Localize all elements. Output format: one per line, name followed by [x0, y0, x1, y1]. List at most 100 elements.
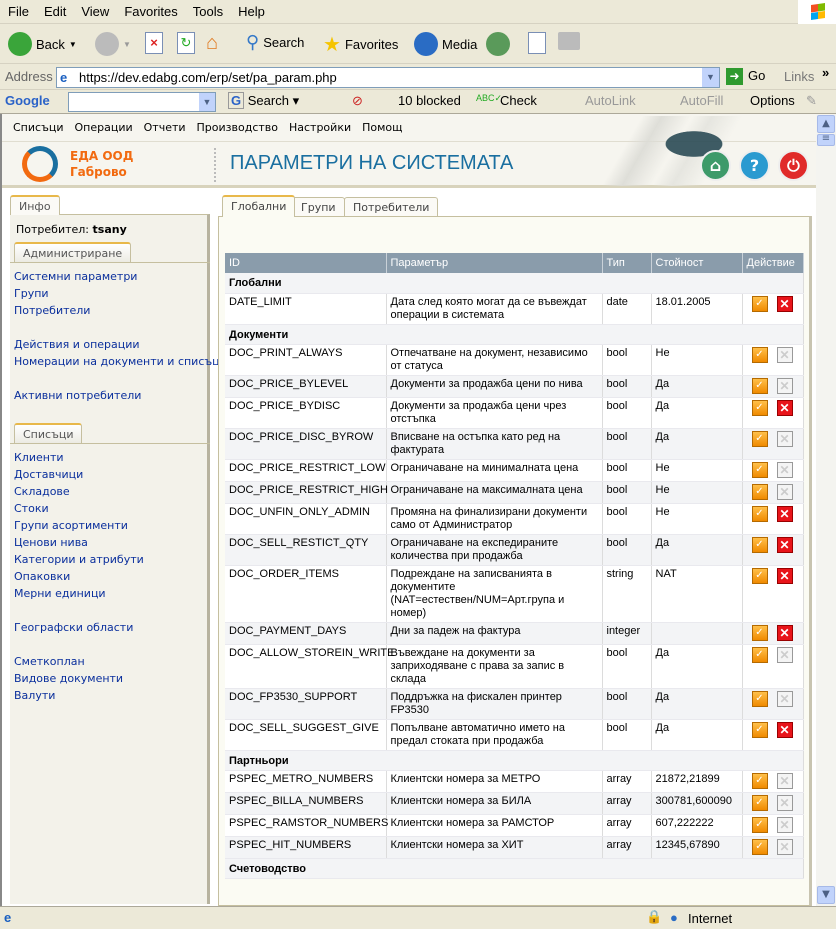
delete-icon[interactable]: ✕ — [776, 624, 793, 641]
url-dropdown-button[interactable]: ▼ — [702, 68, 719, 87]
sidebar-link[interactable]: Мерни единици — [14, 587, 106, 600]
sidebar-link[interactable]: Опаковки — [14, 570, 70, 583]
delete-icon[interactable]: ✕ — [776, 536, 793, 553]
edit-icon[interactable]: ✓ — [751, 377, 768, 394]
scroll-down-button[interactable]: ▼ — [817, 886, 835, 904]
menu-file[interactable]: File — [0, 0, 36, 19]
sidebar-link[interactable]: Действия и операции — [14, 338, 140, 351]
delete-icon[interactable]: ✕ — [776, 505, 793, 522]
nav-lists[interactable]: Списъци — [13, 121, 63, 134]
home-button[interactable]: ⌂ — [700, 150, 731, 181]
nav-reports[interactable]: Отчети — [144, 121, 186, 134]
sidebar-link[interactable]: Видове документи — [14, 672, 123, 685]
sidebar-link[interactable]: Групи — [14, 287, 49, 300]
delete-icon[interactable]: ✕ — [776, 567, 793, 584]
home-button[interactable]: ⌂ — [206, 32, 218, 55]
edit-icon[interactable]: ✓ — [751, 295, 768, 312]
pencil-icon[interactable]: ✎ — [806, 93, 817, 109]
edit-icon[interactable]: ✓ — [751, 690, 768, 707]
delete-icon[interactable]: ✕ — [776, 399, 793, 416]
edit-icon[interactable]: ✓ — [751, 536, 768, 553]
tab-administration[interactable]: Администриране — [14, 242, 132, 262]
sidebar-link[interactable]: Системни параметри — [14, 270, 137, 283]
google-logo[interactable]: Google — [5, 93, 50, 108]
scroll-up-button[interactable]: ▲ — [817, 115, 835, 133]
google-search-button[interactable]: G Search ▾ — [228, 92, 299, 109]
globe-icon: ● — [670, 910, 678, 925]
edit-icon[interactable]: ✓ — [751, 399, 768, 416]
edit-icon[interactable]: ✓ — [751, 430, 768, 447]
param-id: DOC_ALLOW_STOREIN_WRITE — [225, 644, 394, 689]
sidebar-link[interactable]: Складове — [14, 485, 70, 498]
sidebar-link[interactable]: Категории и атрибути — [14, 553, 144, 566]
links-button[interactable]: Links — [784, 69, 814, 84]
tab-groups[interactable]: Групи — [292, 197, 345, 217]
url-input[interactable]: e https://dev.edabg.com/erp/set/pa_param.… — [56, 67, 720, 88]
edit-icon[interactable]: ✓ — [751, 483, 768, 500]
google-search-input[interactable]: ▼ — [68, 92, 216, 112]
sidebar-link[interactable]: Групи асортименти — [14, 519, 128, 532]
menu-help[interactable]: Help — [230, 0, 272, 19]
sidebar-link[interactable]: Клиенти — [14, 451, 64, 464]
logout-button[interactable]: ⏻ — [778, 150, 809, 181]
sidebar-link[interactable]: Сметкоплан — [14, 655, 85, 668]
nav-production[interactable]: Производство — [197, 121, 278, 134]
edit-icon[interactable]: ✓ — [751, 816, 768, 833]
nav-help[interactable]: Помощ — [362, 121, 402, 134]
autofill-button[interactable]: AutoFill — [680, 93, 723, 108]
table-row: DOC_PRINT_ALWAYS Отпечатване на документ,… — [225, 344, 804, 376]
sidebar-link[interactable]: Стоки — [14, 502, 49, 515]
research-button[interactable] — [528, 32, 546, 54]
stop-button[interactable]: × — [145, 32, 163, 54]
sidebar-link[interactable]: Активни потребители — [14, 389, 141, 402]
sidebar-link[interactable]: Потребители — [14, 304, 90, 317]
nav-operations[interactable]: Операции — [74, 121, 132, 134]
edit-icon[interactable]: ✓ — [751, 794, 768, 811]
edit-icon[interactable]: ✓ — [751, 624, 768, 641]
scroll-thumb[interactable]: ≡ — [817, 134, 835, 146]
media-button[interactable]: Media — [414, 32, 477, 56]
tab-globals[interactable]: Глобални — [222, 195, 296, 217]
edit-icon[interactable]: ✓ — [751, 461, 768, 478]
menu-tools[interactable]: Tools — [185, 0, 230, 19]
param-description: Вписване на остъпка като ред на фактурат… — [386, 428, 603, 460]
edit-icon[interactable]: ✓ — [751, 505, 768, 522]
vertical-scrollbar[interactable]: ▲ ≡ ▼ — [816, 114, 836, 906]
chevron-down-icon[interactable]: ▼ — [199, 93, 215, 111]
delete-icon[interactable]: ✕ — [776, 721, 793, 738]
sidebar-link[interactable]: Номерации на документи и списъци — [14, 355, 227, 368]
menu-favorites[interactable]: Favorites — [116, 0, 184, 19]
tab-users[interactable]: Потребители — [344, 197, 439, 217]
print-button[interactable] — [558, 32, 580, 50]
history-button[interactable] — [486, 32, 510, 56]
sidebar-link[interactable]: Ценови нива — [14, 536, 88, 549]
edit-icon[interactable]: ✓ — [751, 346, 768, 363]
autolink-button[interactable]: AutoLink — [585, 93, 636, 108]
back-button[interactable]: Back ▼ — [8, 32, 77, 56]
favorites-button[interactable]: ★ Favorites — [323, 32, 398, 57]
menu-view[interactable]: View — [73, 0, 116, 19]
forward-button[interactable]: ▼ — [95, 32, 131, 56]
menu-edit[interactable]: Edit — [36, 0, 73, 19]
go-button[interactable]: ➜ Go — [726, 68, 765, 85]
edit-icon[interactable]: ✓ — [751, 838, 768, 855]
nav-settings[interactable]: Настройки — [289, 121, 351, 134]
search-button[interactable]: ⚲ Search — [246, 32, 304, 53]
check-button[interactable]: Check — [500, 93, 537, 108]
edit-icon[interactable]: ✓ — [751, 721, 768, 738]
chevron-right-icon[interactable]: » — [822, 65, 829, 80]
delete-icon[interactable]: ✕ — [776, 295, 793, 312]
sidebar-link[interactable]: Географски области — [14, 621, 133, 634]
popup-blocked-count[interactable]: 10 blocked — [398, 93, 461, 108]
sidebar-link[interactable]: Доставчици — [14, 468, 83, 481]
refresh-icon: ↻ — [177, 32, 195, 54]
refresh-button[interactable]: ↻ — [177, 32, 195, 54]
edit-icon[interactable]: ✓ — [751, 772, 768, 789]
options-button[interactable]: Options — [750, 93, 795, 108]
tab-info[interactable]: Инфо — [10, 195, 60, 215]
sidebar-link[interactable]: Валути — [14, 689, 55, 702]
help-button[interactable]: ? — [739, 150, 770, 181]
edit-icon[interactable]: ✓ — [751, 567, 768, 584]
edit-icon[interactable]: ✓ — [751, 646, 768, 663]
tab-lists[interactable]: Списъци — [14, 423, 83, 443]
